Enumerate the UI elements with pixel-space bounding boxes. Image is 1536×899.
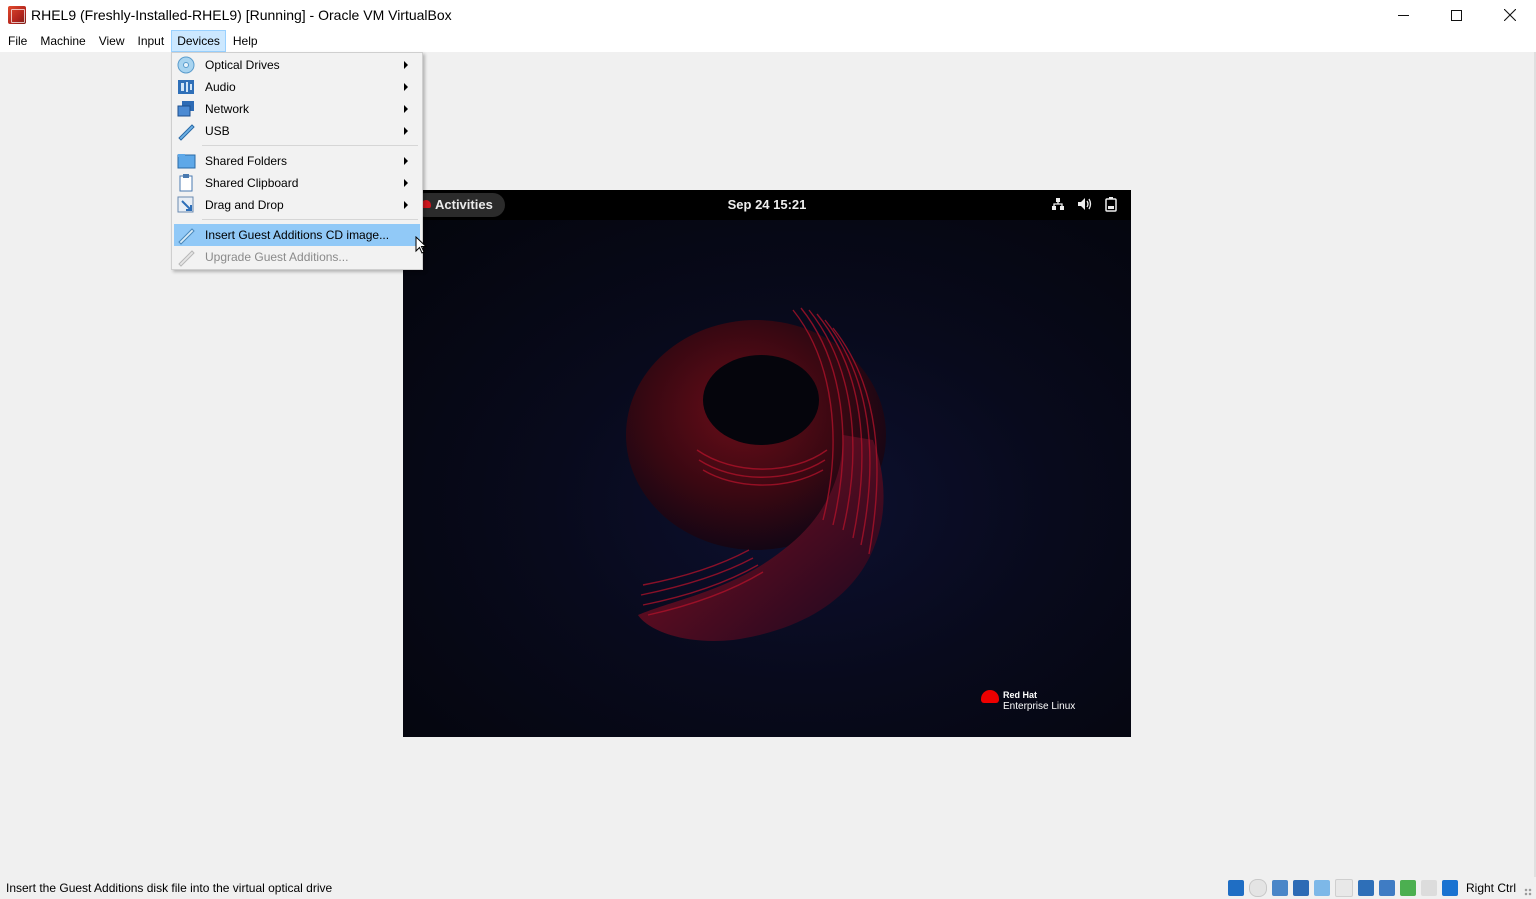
- shared-folders-icon: [176, 151, 196, 171]
- guest-additions-icon: [176, 225, 196, 245]
- menu-network[interactable]: Network: [174, 98, 420, 120]
- volume-icon: [1077, 197, 1093, 215]
- mouse-integration-indicator-icon[interactable]: [1420, 880, 1437, 896]
- logo-product-text: Enterprise Linux: [1003, 701, 1076, 712]
- network-wired-icon: [1051, 197, 1065, 215]
- menu-help[interactable]: Help: [227, 30, 264, 52]
- clipboard-icon: [176, 173, 196, 193]
- menu-drag-and-drop[interactable]: Drag and Drop: [174, 194, 420, 216]
- display-indicator-icon[interactable]: [1357, 880, 1374, 896]
- system-tray[interactable]: [1051, 197, 1117, 215]
- vm-display[interactable]: Red Hat Enterprise Linux Activities Sep …: [403, 190, 1131, 737]
- battery-icon: [1105, 197, 1117, 215]
- submenu-arrow-icon: [404, 201, 408, 209]
- close-icon: [1503, 9, 1516, 21]
- menu-file[interactable]: File: [2, 30, 33, 52]
- menu-usb[interactable]: USB: [174, 120, 420, 142]
- optical-drive-icon: [176, 55, 196, 75]
- menu-drag-and-drop-label: Drag and Drop: [205, 198, 284, 212]
- menu-shared-clipboard[interactable]: Shared Clipboard: [174, 172, 420, 194]
- mouse-cursor-icon: [415, 236, 427, 254]
- menu-insert-guest-additions[interactable]: Insert Guest Additions CD image...: [174, 224, 420, 246]
- menu-insert-guest-additions-label: Insert Guest Additions CD image...: [205, 228, 390, 242]
- submenu-arrow-icon: [404, 179, 408, 187]
- submenu-arrow-icon: [404, 157, 408, 165]
- menu-shared-folders-label: Shared Folders: [205, 154, 288, 168]
- redhat-hat-icon: [981, 690, 999, 703]
- menu-input[interactable]: Input: [132, 30, 171, 52]
- menu-devices[interactable]: Devices: [171, 30, 226, 52]
- minimize-button[interactable]: [1377, 0, 1430, 30]
- window-controls: [1377, 0, 1536, 30]
- resize-grip[interactable]: [1524, 888, 1532, 896]
- status-indicators: Right Ctrl: [1227, 879, 1516, 897]
- gnome-top-bar: Activities Sep 24 15:21: [403, 190, 1131, 220]
- devices-menu: Optical Drives Audio Network USB Shared …: [171, 52, 423, 270]
- status-bar: Insert the Guest Additions disk file int…: [0, 877, 1536, 899]
- usb-icon: [176, 121, 196, 141]
- hard-disk-indicator-icon[interactable]: [1227, 880, 1244, 896]
- submenu-arrow-icon: [404, 83, 408, 91]
- title-bar: RHEL9 (Freshly-Installed-RHEL9) [Running…: [0, 0, 1536, 30]
- menu-bar: File Machine View Input Devices Help: [0, 30, 1536, 52]
- cpu-indicator-icon[interactable]: [1399, 880, 1416, 896]
- optical-drive-indicator-icon[interactable]: [1248, 879, 1267, 897]
- menu-shared-folders[interactable]: Shared Folders: [174, 150, 420, 172]
- audio-icon: [176, 77, 196, 97]
- virtualbox-app-icon: [8, 6, 26, 24]
- upgrade-icon: [176, 247, 196, 267]
- rhel9-wallpaper-art: [626, 307, 886, 641]
- maximize-icon: [1451, 9, 1462, 21]
- submenu-arrow-icon: [404, 127, 408, 135]
- submenu-arrow-icon: [404, 61, 408, 69]
- usb-indicator-icon[interactable]: [1313, 880, 1330, 896]
- desktop-wallpaper: Red Hat Enterprise Linux: [403, 220, 1131, 737]
- keyboard-capture-indicator-icon[interactable]: [1441, 880, 1458, 896]
- clock[interactable]: Sep 24 15:21: [403, 190, 1131, 220]
- menu-upgrade-guest-additions-label: Upgrade Guest Additions...: [205, 250, 349, 264]
- menu-upgrade-guest-additions: Upgrade Guest Additions...: [174, 246, 420, 268]
- menu-audio[interactable]: Audio: [174, 76, 420, 98]
- menu-network-label: Network: [205, 102, 250, 116]
- menu-shared-clipboard-label: Shared Clipboard: [205, 176, 299, 190]
- menu-separator: [202, 219, 418, 220]
- drag-drop-icon: [176, 195, 196, 215]
- menu-audio-label: Audio: [205, 80, 236, 94]
- audio-indicator-icon[interactable]: [1271, 880, 1288, 896]
- menu-view[interactable]: View: [93, 30, 131, 52]
- menu-separator: [202, 145, 418, 146]
- window-title: RHEL9 (Freshly-Installed-RHEL9) [Running…: [31, 7, 452, 23]
- host-key-label: Right Ctrl: [1465, 881, 1516, 895]
- video-capture-indicator-icon[interactable]: [1378, 880, 1395, 896]
- menu-machine[interactable]: Machine: [34, 30, 91, 52]
- minimize-icon: [1398, 14, 1409, 16]
- close-button[interactable]: [1483, 0, 1536, 30]
- shared-folders-indicator-icon[interactable]: [1334, 879, 1353, 897]
- network-icon: [176, 99, 196, 119]
- menu-usb-label: USB: [205, 124, 230, 138]
- submenu-arrow-icon: [404, 105, 408, 113]
- status-message: Insert the Guest Additions disk file int…: [6, 881, 333, 895]
- logo-brand-text: Red Hat: [1003, 690, 1038, 700]
- menu-optical-drives-label: Optical Drives: [205, 58, 280, 72]
- maximize-button[interactable]: [1430, 0, 1483, 30]
- network-indicator-icon[interactable]: [1292, 880, 1309, 896]
- menu-optical-drives[interactable]: Optical Drives: [174, 54, 420, 76]
